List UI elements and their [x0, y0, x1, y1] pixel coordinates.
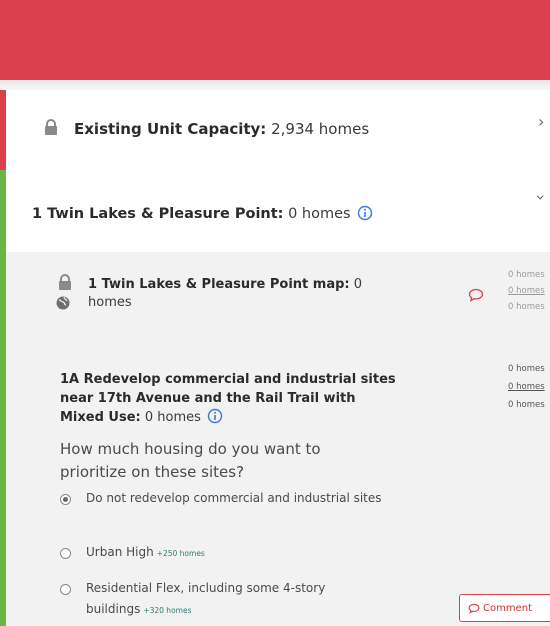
option-1a-label: 1A Redevelop commercial and industrial s…: [60, 372, 396, 425]
map-side-count-2[interactable]: 0 homes: [508, 286, 545, 297]
comment-icon: [468, 603, 480, 614]
option-1a-side-count-2[interactable]: 0 homes: [508, 382, 545, 393]
option-1a-value: 0 homes: [144, 410, 201, 425]
lock-icon: [44, 119, 58, 135]
map-side-count-3: 0 homes: [508, 302, 545, 312]
banner-shadow: [0, 80, 550, 90]
map-title: 1 Twin Lakes & Pleasure Point map: 0 hom…: [88, 276, 408, 312]
existing-capacity-label: Existing Unit Capacity:: [74, 120, 267, 138]
choice-residential-flex-count: +320 homes: [143, 606, 192, 615]
housing-question: How much housing do you want to prioriti…: [60, 440, 321, 481]
choice-residential-flex-label: Residential Flex, including some 4-story…: [86, 581, 326, 616]
option-1a-side-count-3: 0 homes: [508, 400, 545, 410]
lock-icon: [58, 274, 72, 290]
chevron-down-icon[interactable]: ›: [532, 194, 550, 200]
chevron-right-icon[interactable]: ›: [538, 112, 544, 131]
comment-button-label: Comment: [483, 603, 532, 614]
twin-lakes-value: 0 homes: [288, 206, 351, 222]
option-1a-side-count-1: 0 homes: [508, 364, 545, 374]
existing-capacity-title: Existing Unit Capacity: 2,934 homes: [74, 120, 369, 138]
choice-no-redevelop-label: Do not redevelop commercial and industri…: [86, 491, 382, 505]
top-banner: [0, 0, 550, 80]
choice-no-redevelop[interactable]: Do not redevelop commercial and industri…: [86, 488, 406, 509]
comment-icon[interactable]: [468, 288, 484, 302]
globe-icon: [56, 296, 70, 310]
choice-urban-high-label: Urban High: [86, 545, 154, 559]
info-icon[interactable]: [207, 408, 223, 424]
option-1a-title: 1A Redevelop commercial and industrial s…: [60, 370, 400, 427]
comment-button[interactable]: Comment: [459, 594, 550, 622]
map-side-count-1: 0 homes: [508, 270, 545, 280]
info-icon[interactable]: [357, 205, 373, 221]
map-label: 1 Twin Lakes & Pleasure Point map:: [88, 277, 350, 292]
twin-lakes-title: 1 Twin Lakes & Pleasure Point: 0 homes: [32, 205, 373, 222]
choice-urban-high[interactable]: Urban High +250 homes: [86, 542, 406, 564]
existing-capacity-value: 2,934 homes: [271, 120, 370, 138]
twin-lakes-label: 1 Twin Lakes & Pleasure Point:: [32, 206, 284, 222]
choice-urban-high-count: +250 homes: [156, 549, 205, 558]
radio-no-redevelop[interactable]: [60, 494, 71, 505]
radio-urban-high[interactable]: [60, 548, 71, 559]
radio-residential-flex[interactable]: [60, 584, 71, 595]
choice-residential-flex[interactable]: Residential Flex, including some 4-story…: [86, 578, 386, 621]
